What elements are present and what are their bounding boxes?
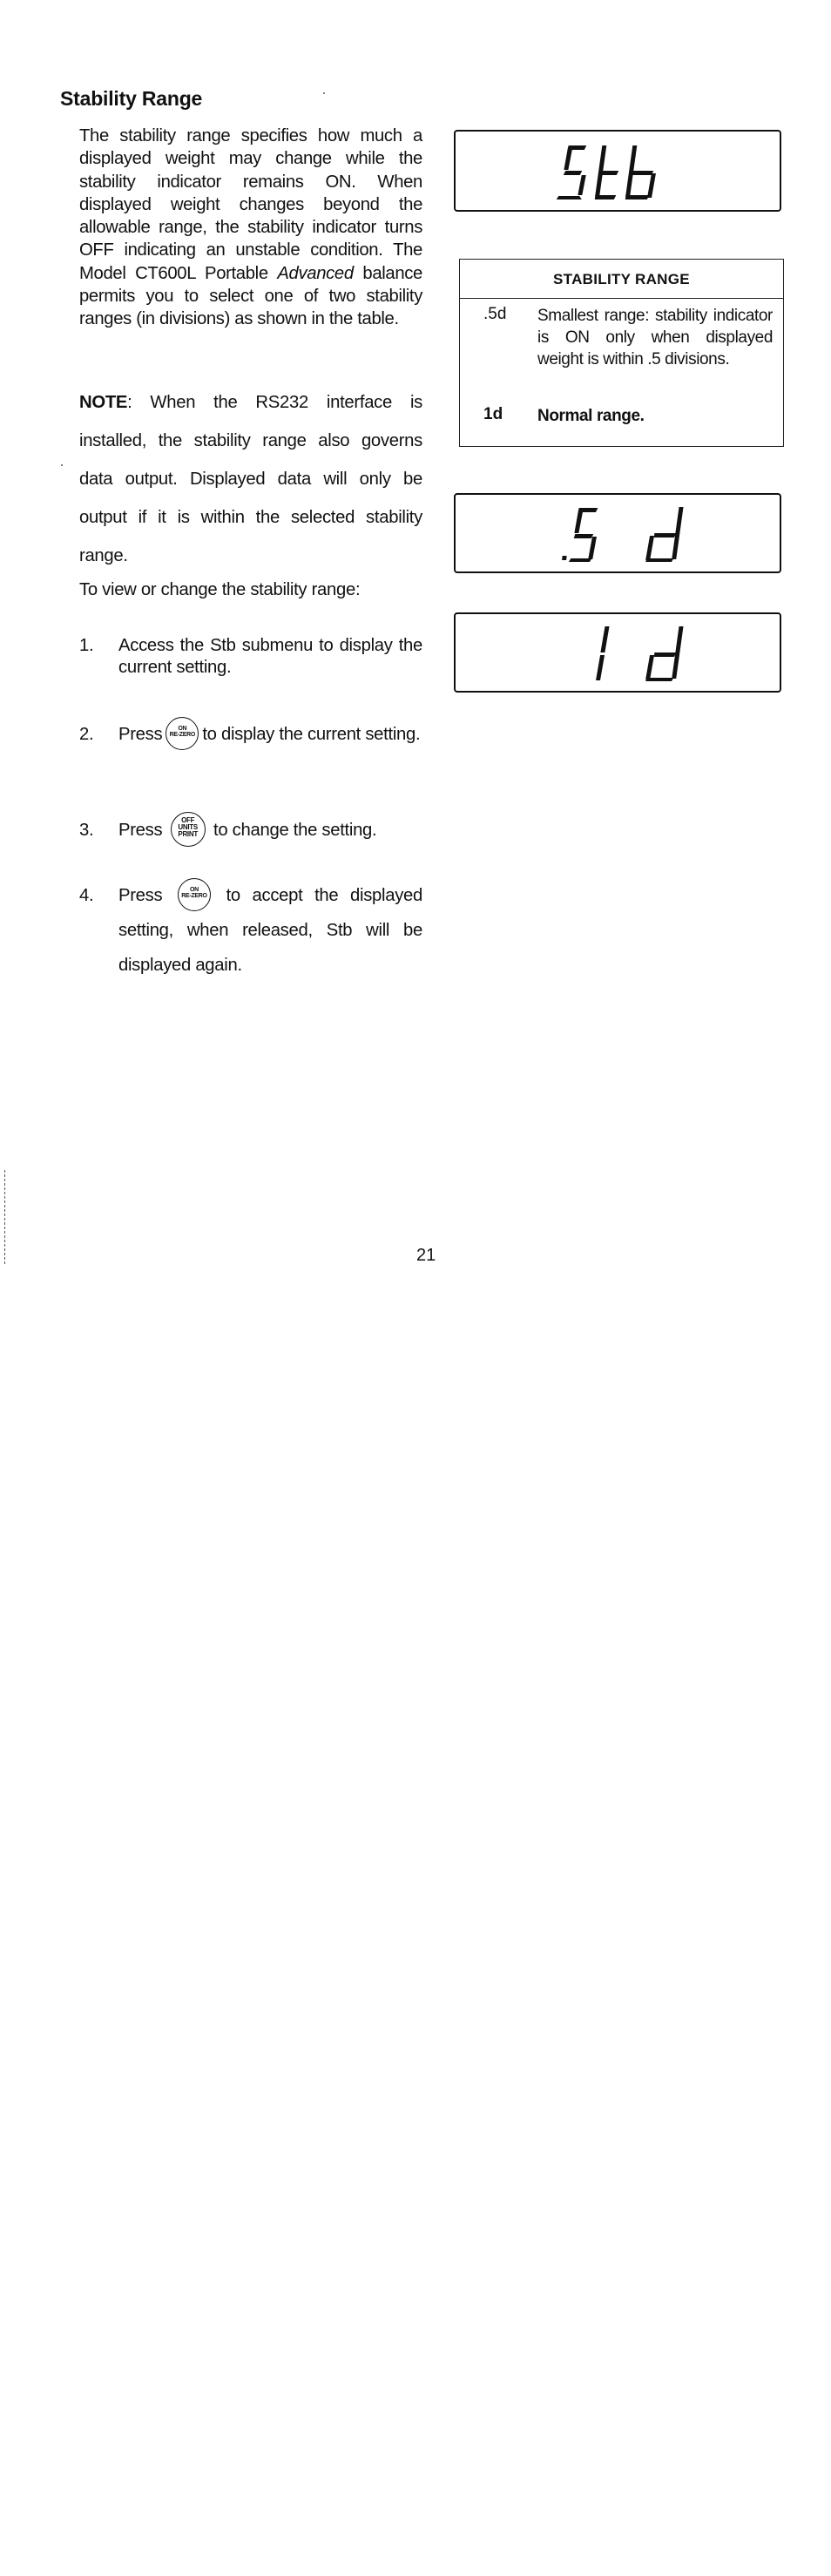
- lcd-display-one-division: [454, 612, 781, 693]
- segment: [653, 652, 677, 657]
- segment: [574, 509, 583, 533]
- button-label-rezero: RE-ZERO: [169, 731, 196, 738]
- note-text: : When the RS232 interface is installed,…: [79, 393, 422, 565]
- segment: [588, 537, 597, 559]
- step-action-text: to accept the displayed setting, when re…: [118, 886, 422, 975]
- segment: [564, 146, 572, 170]
- step-action-text: to display the current setting.: [202, 725, 421, 744]
- segment: [625, 195, 650, 199]
- segment: [600, 626, 610, 652]
- segment: [563, 171, 583, 175]
- button-label-print: PRINT: [178, 829, 198, 838]
- scan-speck: [61, 464, 63, 466]
- page-number: 21: [416, 1246, 436, 1265]
- step-text: Access the Stb submenu to display the cu…: [118, 636, 422, 677]
- segment: [653, 533, 677, 538]
- button-label-on: ON: [190, 886, 199, 893]
- table-title: STABILITY RANGE: [460, 260, 783, 299]
- segment: [645, 678, 674, 681]
- segment: [596, 655, 605, 680]
- step-press-label: Press: [118, 886, 163, 905]
- step-number: 1.: [79, 636, 94, 655]
- step-press-label: Press: [118, 725, 163, 744]
- step-text: Press ON RE-ZERO to accept the displayed …: [118, 877, 422, 983]
- paragraph-italic: Advanced: [277, 263, 354, 283]
- seven-segment-5d: [562, 507, 684, 562]
- segment: [578, 175, 586, 195]
- note-label: NOTE: [79, 393, 128, 412]
- step-text: Press ON RE-ZERO to display the current set…: [118, 716, 422, 752]
- row-description: Normal range.: [537, 407, 645, 425]
- segment: [598, 171, 619, 175]
- button-label-rezero: RE-ZERO: [181, 892, 207, 899]
- step-number: 4.: [79, 886, 94, 905]
- segment: [645, 655, 655, 679]
- step-number: 2.: [79, 725, 94, 744]
- segment: [645, 536, 655, 560]
- step-press-label: Press: [118, 821, 163, 840]
- segment: [573, 534, 594, 538]
- procedure-intro: To view or change the stability range:: [79, 580, 361, 599]
- decimal-point: [562, 556, 567, 560]
- off-units-print-button-icon: OFF UNITS PRINT: [170, 811, 206, 847]
- row-key: 1d: [483, 405, 503, 423]
- segment: [645, 558, 674, 562]
- lcd-display-half-division: [454, 493, 781, 573]
- segment: [568, 558, 592, 562]
- intro-paragraph: The stability range specifies how much a…: [79, 125, 422, 331]
- stability-range-table: STABILITY RANGE .5d Smallest range: stab…: [459, 259, 784, 447]
- step-action-text: to change the setting.: [213, 821, 377, 840]
- step-number: 3.: [79, 821, 94, 840]
- paragraph-text: The stability range specifies how much a…: [79, 126, 422, 283]
- segment: [632, 171, 654, 175]
- row-description: Smallest range: stability indicator is O…: [537, 307, 773, 368]
- on-rezero-button-icon: ON RE-ZERO: [177, 877, 211, 911]
- seven-segment-stb: [556, 145, 656, 199]
- segment: [647, 173, 656, 198]
- row-key: .5d: [483, 305, 507, 323]
- segment: [594, 195, 617, 199]
- section-heading: Stability Range: [60, 87, 203, 110]
- segment: [556, 196, 582, 199]
- on-rezero-button-icon: ON RE-ZERO: [166, 716, 199, 750]
- scan-margin-line: [4, 1170, 5, 1264]
- step-text: Press OFF UNITS PRINT to change the settin…: [118, 811, 422, 849]
- note-paragraph: NOTE: When the RS232 interface is instal…: [79, 383, 422, 575]
- lcd-display-stb: [454, 130, 781, 212]
- scan-speck: [323, 92, 325, 94]
- seven-segment-1d: [596, 626, 684, 681]
- button-label-on: ON: [178, 725, 187, 732]
